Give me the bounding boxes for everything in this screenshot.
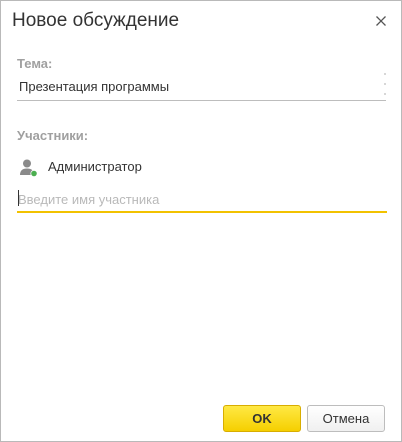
user-avatar-icon: [20, 159, 38, 178]
field-scroll-indicator: [384, 73, 387, 99]
text-caret: [18, 190, 19, 206]
topic-label: Тема:: [17, 56, 53, 71]
participant-search-input[interactable]: [17, 187, 387, 213]
close-button[interactable]: [371, 11, 391, 31]
ok-button[interactable]: OK: [223, 405, 301, 432]
cancel-button[interactable]: Отмена: [307, 405, 385, 432]
participant-item[interactable]: Администратор: [17, 156, 385, 178]
close-icon: [376, 16, 386, 26]
topic-field[interactable]: Презентация программы: [17, 77, 386, 101]
participants-label: Участники:: [17, 128, 89, 143]
participant-name: Администратор: [48, 159, 142, 174]
dialog-title: Новое обсуждение: [12, 10, 180, 31]
new-discussion-dialog: Новое обсуждение Тема: Презентация прогр…: [0, 0, 402, 442]
